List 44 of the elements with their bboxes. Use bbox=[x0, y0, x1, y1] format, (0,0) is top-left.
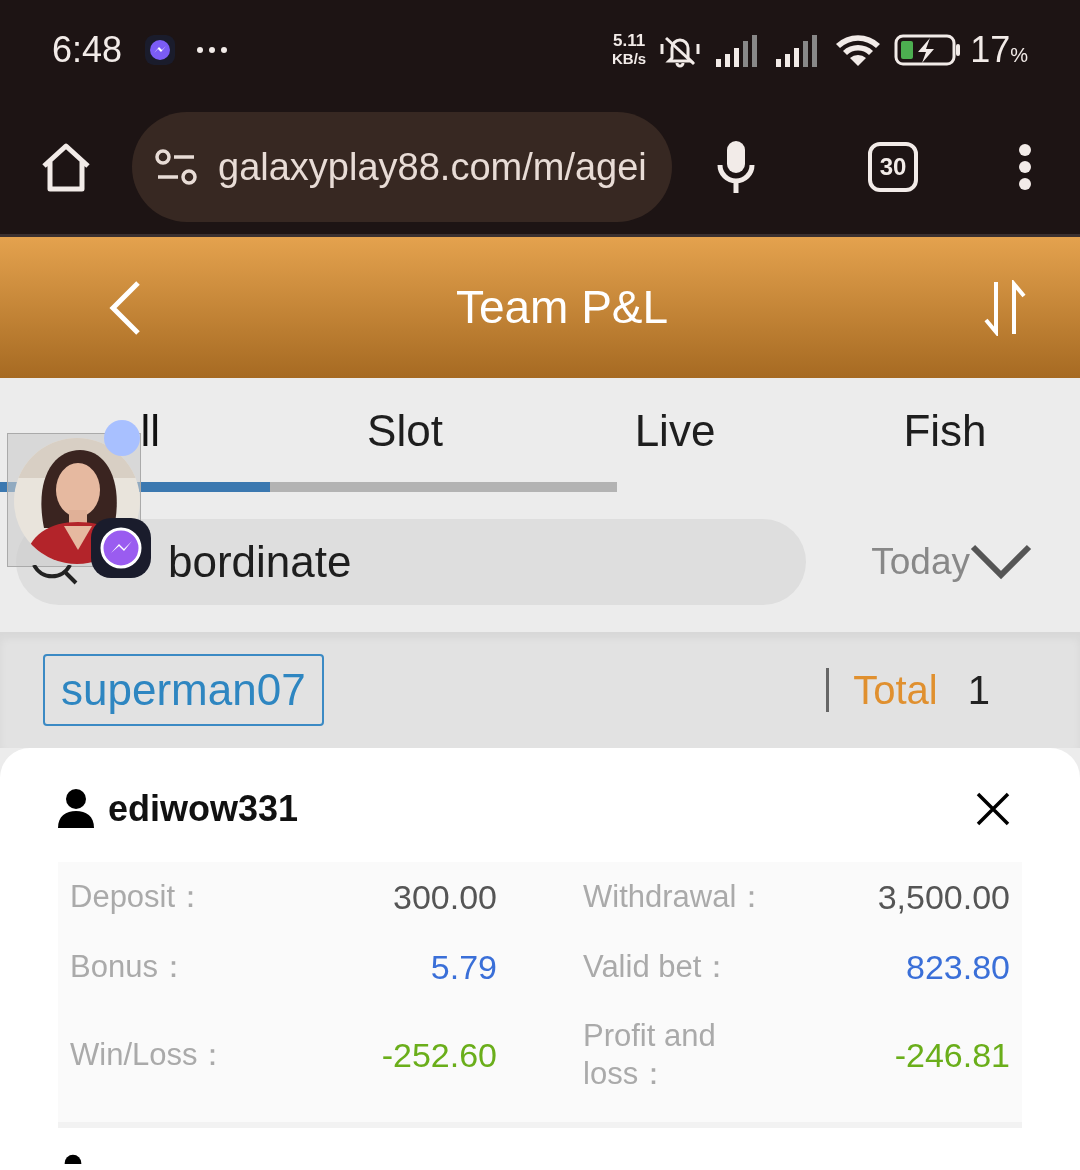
menu-icon[interactable] bbox=[1018, 143, 1032, 191]
network-speed: 5.11 bbox=[613, 32, 646, 50]
category-tab[interactable]: Fish bbox=[903, 406, 987, 456]
stat-label: Bonus： bbox=[70, 948, 189, 986]
messenger-badge-icon bbox=[90, 517, 152, 579]
stat-value: -252.60 bbox=[381, 1034, 497, 1076]
stat-value: 5.79 bbox=[430, 946, 497, 988]
stat-value: -246.81 bbox=[894, 1034, 1010, 1076]
back-icon[interactable] bbox=[108, 279, 142, 336]
search-icon bbox=[32, 565, 80, 587]
messenger-icon bbox=[144, 34, 177, 66]
touch-indicator bbox=[104, 420, 140, 456]
chevron-down-icon[interactable] bbox=[970, 544, 1032, 580]
stat-value: 300.00 bbox=[393, 876, 497, 918]
site-settings-icon[interactable] bbox=[154, 149, 198, 185]
status-time: 6:48 bbox=[52, 28, 123, 72]
url-text: galaxyplay88.com/m/agei bbox=[218, 144, 647, 190]
battery-icon bbox=[894, 33, 963, 67]
battery-percent-sign: % bbox=[1010, 43, 1028, 68]
microphone-icon[interactable] bbox=[716, 139, 756, 195]
stat-label: Deposit： bbox=[70, 878, 207, 916]
stat-value: 823.80 bbox=[906, 946, 1010, 988]
category-tab[interactable]: Slot bbox=[367, 406, 443, 456]
person-icon bbox=[58, 788, 94, 830]
stat-label: Withdrawal： bbox=[583, 878, 768, 916]
total-value: 1 bbox=[967, 667, 990, 714]
sort-icon[interactable] bbox=[982, 279, 1028, 336]
stat-label: Profit and loss： bbox=[583, 1017, 717, 1093]
network-speed-unit: KB/s bbox=[611, 50, 647, 68]
stat-value: 3,500.00 bbox=[877, 876, 1010, 918]
wifi-icon bbox=[834, 32, 883, 68]
search-field[interactable]: bordinate bbox=[16, 519, 806, 605]
username: ediwow331 bbox=[108, 787, 299, 831]
page-title: Team P&L bbox=[455, 280, 669, 335]
category-tab[interactable]: Live bbox=[634, 406, 716, 456]
total-label: Total bbox=[853, 667, 938, 714]
stat-label: Valid bet： bbox=[583, 948, 733, 986]
address-bar[interactable]: galaxyplay88.com/m/agei bbox=[132, 112, 672, 222]
more-notifications-icon bbox=[196, 46, 229, 54]
battery-percent: 17 bbox=[970, 28, 1011, 72]
close-icon[interactable] bbox=[976, 792, 1010, 826]
category-tab[interactable]: ll bbox=[140, 406, 160, 456]
tabs-count-button[interactable]: 30 bbox=[868, 142, 918, 192]
stat-label: Win/Loss： bbox=[70, 1036, 229, 1074]
